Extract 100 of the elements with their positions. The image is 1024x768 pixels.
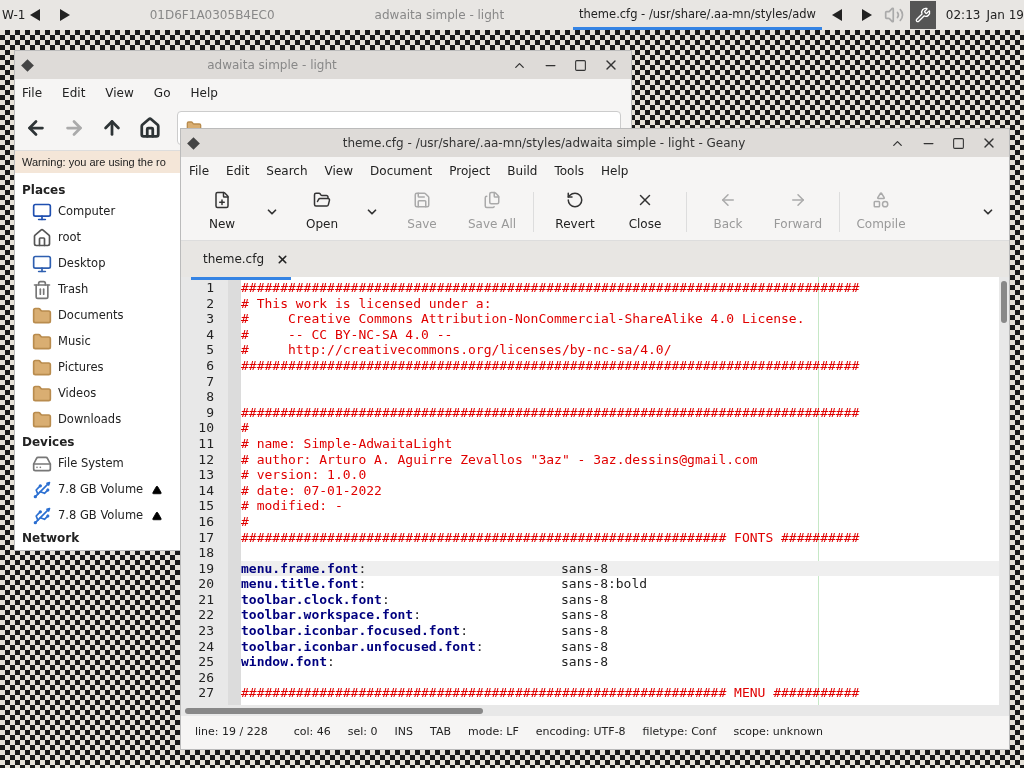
line-number: 5 <box>205 342 215 358</box>
menu-item[interactable]: Build <box>507 161 538 180</box>
menu-item[interactable]: View <box>105 83 134 102</box>
comment-text: # http://creativecommons.org/licenses/by-nc-sa/4.0/ <box>241 342 672 358</box>
status-field: INS <box>394 724 414 741</box>
setting-key: window.font <box>241 654 328 670</box>
menu-item[interactable]: Help <box>190 83 218 102</box>
key-separator: : <box>475 638 484 654</box>
line-number: 21 <box>197 591 215 608</box>
status-field: sel: 0 <box>347 724 378 741</box>
status-field: TAB <box>430 724 451 741</box>
comment-text: # version: 1.0.0 <box>241 467 367 483</box>
line-number: 25 <box>197 654 215 670</box>
comment-text: # This work is licensed under a: <box>241 295 492 311</box>
menu-item[interactable]: File <box>189 161 210 180</box>
setting-value: sans-8 <box>561 591 608 608</box>
sidebar-item[interactable]: File System <box>22 451 181 477</box>
menu-item[interactable]: View <box>324 161 354 180</box>
shapes-icon <box>872 191 890 209</box>
maximize-icon[interactable] <box>574 58 587 72</box>
eject-icon[interactable] <box>152 485 162 495</box>
line-number: 6 <box>205 357 215 374</box>
menu-item[interactable]: Tools <box>554 161 584 180</box>
line-number: 23 <box>197 623 215 639</box>
sidebar-item[interactable]: 7.8 GB Volume <box>22 477 181 503</box>
folder-icon <box>32 384 52 404</box>
line-number: 27 <box>197 685 215 702</box>
window-title: adwaita simple - light <box>207 57 337 74</box>
line-number: 26 <box>197 669 215 686</box>
desktop-icon <box>32 254 52 274</box>
menu-item[interactable]: Edit <box>226 161 250 180</box>
maximize-icon[interactable] <box>952 136 965 150</box>
comment-text: ############################################################## FONTS ########## <box>241 529 860 545</box>
line-number: 16 <box>197 513 215 530</box>
sidebar-item[interactable]: Desktop <box>22 251 181 277</box>
status-field: scope: unknown <box>733 724 823 741</box>
setting-key: toolbar.iconbar.unfocused.font <box>241 638 476 654</box>
back-arrow-icon[interactable] <box>25 117 47 139</box>
new-file-icon <box>213 191 231 209</box>
sidebar-item[interactable]: Videos <box>22 381 181 407</box>
tool-button[interactable] <box>910 1 936 29</box>
comment-text: # author: Arturo A. Aguirre Zevallos "3az" - 3az.dessins@gmail.com <box>241 451 758 467</box>
window-title: theme.cfg - /usr/share/.aa-mn/styles/adwaita simple - light - Geany <box>342 135 746 152</box>
line-number: 20 <box>197 576 215 592</box>
line-number: 17 <box>197 529 215 546</box>
workspace-name: W-1 <box>1 7 27 24</box>
line-number: 18 <box>197 545 215 561</box>
eject-icon[interactable] <box>152 511 162 521</box>
sidebar-item[interactable]: Trash <box>22 277 181 303</box>
scrollbar-thumb[interactable] <box>185 707 483 714</box>
line-number: 1 <box>205 280 215 296</box>
menu-item[interactable]: Go <box>153 83 171 102</box>
sidebar-item[interactable]: Pictures <box>22 355 181 381</box>
sidebar-item[interactable]: Downloads <box>22 407 181 433</box>
menu-item[interactable]: Document <box>370 161 433 180</box>
drive-icon <box>32 454 52 474</box>
setting-value: sans-8 <box>561 638 608 655</box>
line-number: 2 <box>205 295 215 312</box>
menu-item[interactable]: Project <box>449 161 491 180</box>
save-icon <box>413 191 431 209</box>
setting-value: sans-8 <box>561 607 608 624</box>
scrollbar-thumb[interactable] <box>1001 281 1007 323</box>
line-number: 11 <box>197 435 215 452</box>
menu-item[interactable]: Edit <box>62 83 86 102</box>
line-number: 9 <box>205 404 215 421</box>
usb-drive-icon <box>32 506 52 526</box>
home-icon[interactable] <box>139 117 161 139</box>
line-number: 12 <box>197 451 215 468</box>
line-number: 19 <box>197 560 215 577</box>
pin-icon[interactable] <box>21 58 34 72</box>
toolbar-button[interactable]: New <box>187 186 257 238</box>
key-separator: : <box>460 623 468 639</box>
line-number: 4 <box>205 326 215 343</box>
status-field: mode: LF <box>467 724 519 741</box>
pin-icon[interactable] <box>187 136 200 150</box>
folder-icon <box>32 358 52 378</box>
sidebar-item[interactable]: 7.8 GB Volume <box>22 503 181 529</box>
menu-item[interactable]: Help <box>601 161 629 180</box>
comment-text: # date: 07-01-2022 <box>241 482 382 498</box>
comment-text: ############################################################################### <box>241 404 860 420</box>
comment-text: # <box>241 513 249 529</box>
line-number: 22 <box>197 607 215 624</box>
status-field: line: 19 / 228 <box>195 724 268 741</box>
clock-time: 02:13 <box>945 7 981 24</box>
sidebar-item[interactable]: Music <box>22 329 181 355</box>
line-number: 13 <box>197 467 215 483</box>
forward-arrow-icon <box>789 191 807 209</box>
toolbar-button[interactable]: Open <box>287 186 357 238</box>
wrench-icon <box>914 7 931 23</box>
comment-text: # Creative Commons Attribution-NonCommercial-ShareAlike 4.0 License. <box>241 311 805 327</box>
sidebar-item[interactable]: Computer <box>22 199 181 225</box>
setting-key: toolbar.workspace.font <box>241 607 414 623</box>
section-heading: Network <box>22 530 81 547</box>
menu-item[interactable]: Search <box>266 161 308 180</box>
toolbar-button[interactable]: Close <box>610 186 680 238</box>
sidebar-item[interactable]: root <box>22 225 181 251</box>
sidebar-item[interactable]: Documents <box>22 303 181 329</box>
house-icon <box>32 228 52 248</box>
menu-item[interactable]: File <box>22 83 43 102</box>
toolbar-button[interactable]: Revert <box>540 186 610 238</box>
